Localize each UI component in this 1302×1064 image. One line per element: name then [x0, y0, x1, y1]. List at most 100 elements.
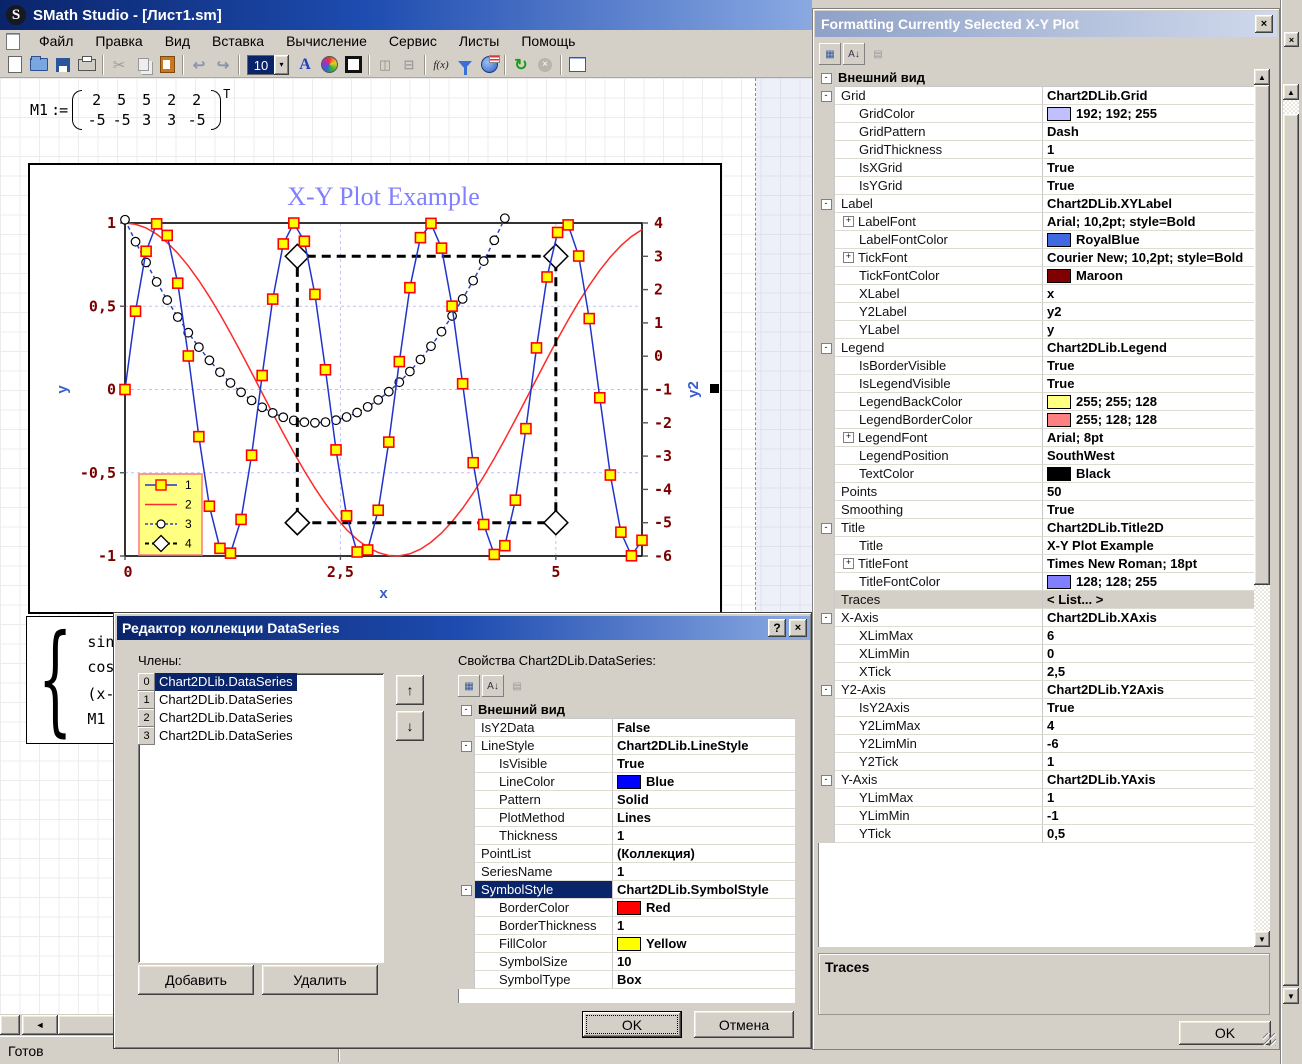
property-row[interactable]: LegendBorderColor255; 128; 128 — [818, 411, 1254, 429]
property-name[interactable]: LineColor — [475, 773, 613, 791]
property-name[interactable]: BorderColor — [475, 899, 613, 917]
property-value[interactable]: True — [1043, 501, 1254, 519]
expand-collapse-icon[interactable]: - — [821, 199, 832, 210]
property-value[interactable]: x — [1043, 285, 1254, 303]
toolbar-button[interactable] — [76, 54, 98, 76]
property-value[interactable]: True — [1043, 699, 1254, 717]
panel-ok-button[interactable]: OK — [1179, 1021, 1271, 1045]
menu-item[interactable]: Сервис — [378, 31, 448, 51]
property-row[interactable]: PointList(Коллекция) — [458, 845, 795, 863]
property-value[interactable]: True — [1043, 357, 1254, 375]
property-name[interactable]: XLimMax — [835, 627, 1043, 645]
property-row[interactable]: Y2LimMin-6 — [818, 735, 1254, 753]
property-value[interactable]: 128; 128; 255 — [1043, 573, 1254, 591]
expand-collapse-icon[interactable]: - — [821, 613, 832, 624]
property-value[interactable]: True — [1043, 375, 1254, 393]
toolbar-button[interactable]: A — [294, 54, 316, 76]
property-name[interactable]: TextColor — [835, 465, 1043, 483]
property-value[interactable]: 1 — [1043, 789, 1254, 807]
property-name[interactable]: IsYGrid — [835, 177, 1043, 195]
expand-collapse-icon[interactable]: - — [821, 685, 832, 696]
property-name[interactable]: Y2LimMax — [835, 717, 1043, 735]
dialog-close-icon[interactable]: × — [789, 619, 807, 637]
grid-scroll-up-icon[interactable]: ▲ — [1254, 69, 1270, 85]
scroll-left-button[interactable]: ◄ — [22, 1015, 58, 1035]
dataseries-item[interactable]: 3Chart2DLib.DataSeries — [138, 727, 384, 745]
property-value[interactable]: Lines — [613, 809, 795, 827]
property-name[interactable]: BorderThickness — [475, 917, 613, 935]
property-value[interactable]: Box — [613, 971, 795, 989]
property-row[interactable]: XTick2,5 — [818, 663, 1254, 681]
property-row[interactable]: IsY2DataFalse — [458, 719, 795, 737]
property-name[interactable]: Traces — [835, 591, 1043, 609]
property-row[interactable]: XLimMin0 — [818, 645, 1254, 663]
toolbar-button[interactable]: ↪ — [212, 54, 234, 76]
panel-close-icon[interactable]: × — [1255, 15, 1273, 33]
toolbar-button[interactable]: ⊟ — [398, 54, 420, 76]
property-name[interactable]: IsLegendVisible — [835, 375, 1043, 393]
expand-collapse-icon[interactable]: - — [821, 523, 832, 534]
alphabetical-sort-icon[interactable]: A↓ — [482, 675, 504, 697]
property-row[interactable]: Y2LimMax4 — [818, 717, 1254, 735]
property-name[interactable]: TickFontColor — [835, 267, 1043, 285]
property-row[interactable]: -SymbolStyleChart2DLib.SymbolStyle — [458, 881, 795, 899]
property-value[interactable]: X-Y Plot Example — [1043, 537, 1254, 555]
property-row[interactable]: XLimMax6 — [818, 627, 1254, 645]
property-row[interactable]: Thickness1 — [458, 827, 795, 845]
property-name[interactable]: IsVisible — [475, 755, 613, 773]
property-row[interactable]: -Внешний вид — [458, 701, 795, 719]
property-value[interactable]: Blue — [613, 773, 795, 791]
property-value[interactable]: RoyalBlue — [1043, 231, 1254, 249]
property-name[interactable]: Pattern — [475, 791, 613, 809]
expand-collapse-icon[interactable]: - — [821, 91, 832, 102]
property-value[interactable]: Red — [613, 899, 795, 917]
toolbar-button[interactable] — [52, 54, 74, 76]
toolbar-button[interactable]: ↩ — [188, 54, 210, 76]
property-name[interactable]: Grid — [835, 87, 1043, 105]
property-name[interactable]: PlotMethod — [475, 809, 613, 827]
dataseries-item[interactable]: 1Chart2DLib.DataSeries — [138, 691, 384, 709]
property-name[interactable]: XLimMin — [835, 645, 1043, 663]
property-row[interactable]: FillColorYellow — [458, 935, 795, 953]
property-row[interactable]: PatternSolid — [458, 791, 795, 809]
property-name[interactable]: XLabel — [835, 285, 1043, 303]
property-row[interactable]: YLimMin-1 — [818, 807, 1254, 825]
property-name[interactable]: SymbolType — [475, 971, 613, 989]
property-name[interactable]: Y2Label — [835, 303, 1043, 321]
property-name[interactable]: IsY2Data — [475, 719, 613, 737]
toolbar-button[interactable] — [318, 54, 340, 76]
property-row[interactable]: IsLegendVisibleTrue — [818, 375, 1254, 393]
property-value[interactable]: -6 — [1043, 735, 1254, 753]
property-name[interactable]: Y2-Axis — [835, 681, 1043, 699]
property-row[interactable]: SmoothingTrue — [818, 501, 1254, 519]
strip-scroll-track[interactable] — [1283, 100, 1299, 114]
property-row[interactable]: YLabely — [818, 321, 1254, 339]
property-name[interactable]: LegendBorderColor — [835, 411, 1043, 429]
combo-dropdown-icon[interactable]: ▾ — [274, 55, 289, 75]
property-value[interactable]: 10 — [613, 953, 795, 971]
dialog-title-bar[interactable]: Редактор коллекции DataSeries ? × — [117, 616, 810, 640]
property-value[interactable]: Chart2DLib.YAxis — [1043, 771, 1254, 789]
menu-item[interactable]: Вычисление — [275, 31, 378, 51]
property-value[interactable]: 192; 192; 255 — [1043, 105, 1254, 123]
dataseries-editor-dialog[interactable]: Редактор коллекции DataSeries ? × Члены:… — [113, 612, 812, 1049]
title-bar[interactable]: S SMath Studio - [Лист1.sm] — [0, 0, 812, 30]
expand-collapse-icon[interactable]: - — [461, 705, 472, 716]
toolbar-button[interactable]: ◫ — [374, 54, 396, 76]
property-row[interactable]: IsY2AxisTrue — [818, 699, 1254, 717]
font-size-combo[interactable]: 10▾ — [247, 55, 289, 75]
property-row[interactable]: +TitleFontTimes New Roman; 18pt — [818, 555, 1254, 573]
property-row[interactable]: -Y2-AxisChart2DLib.Y2Axis — [818, 681, 1254, 699]
property-name[interactable]: GridColor — [835, 105, 1043, 123]
property-value[interactable]: Chart2DLib.XAxis — [1043, 609, 1254, 627]
property-value[interactable]: True — [1043, 159, 1254, 177]
strip-scroll-up-icon[interactable]: ▲ — [1283, 84, 1299, 100]
matrix-expression[interactable]: M1 := 25522-5-533-5 T — [30, 90, 230, 130]
property-row[interactable]: -GridChart2DLib.Grid — [818, 87, 1254, 105]
toolbar-button[interactable] — [342, 54, 364, 76]
toolbar-button[interactable]: f(x) — [430, 54, 452, 76]
property-name[interactable]: Y2LimMin — [835, 735, 1043, 753]
property-name[interactable]: LegendPosition — [835, 447, 1043, 465]
property-value[interactable]: 255; 128; 128 — [1043, 411, 1254, 429]
expand-collapse-icon[interactable]: - — [821, 775, 832, 786]
